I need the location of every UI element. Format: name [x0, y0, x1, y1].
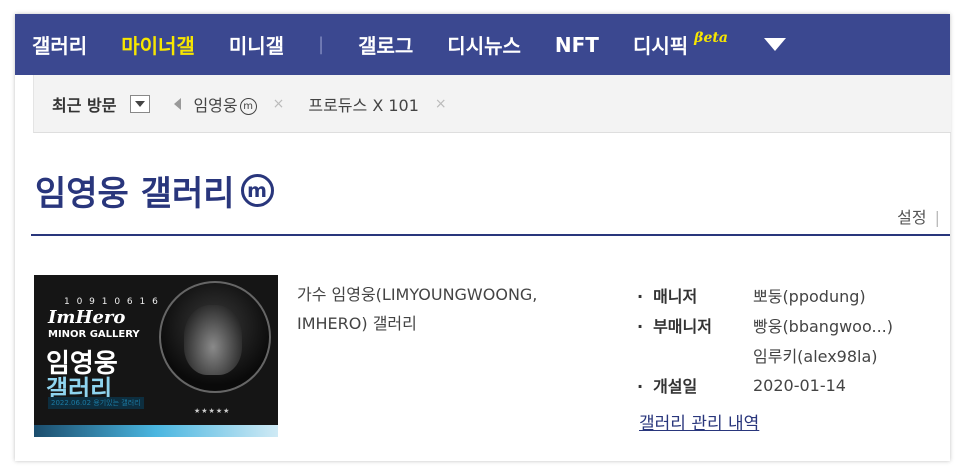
top-navigation: 갤러리 마이너갤 미니갤 | 갤로그 디시뉴스 NFT 디시픽 βeta	[15, 14, 950, 75]
submanager-value[interactable]: 빵웅(bbangwoo...)	[753, 313, 893, 337]
recent-item-1[interactable]: 임영웅 m	[193, 92, 257, 116]
info-row-manager: 매니저뽀둥(ppodung)	[637, 280, 893, 310]
recent-item-label: 프로듀스 X 101	[308, 95, 419, 115]
portrait-silhouette	[184, 305, 242, 375]
gallery-info: 매니저뽀둥(ppodung) 부매니저빵웅(bbangwoo...) 임루키(a…	[637, 280, 893, 400]
recent-item-label: 임영웅	[193, 95, 238, 115]
chevron-down-icon	[135, 100, 146, 107]
nav-minor-gallery[interactable]: 마이너갤	[121, 30, 195, 59]
settings-link[interactable]: 설정 |	[897, 204, 940, 228]
info-row-submanager-2: 임루키(alex98la)	[637, 340, 893, 370]
thumbnail-numbers: 1 0 9 1 0 6 1 6	[64, 297, 160, 307]
recent-visits-bar: 최근 방문 임영웅 m × 프로듀스 X 101 ×	[33, 75, 951, 133]
remove-recent-1-icon[interactable]: ×	[273, 96, 285, 112]
nav-dcpick[interactable]: 디시픽 βeta	[633, 30, 728, 59]
recent-item-2[interactable]: 프로듀스 X 101	[308, 92, 419, 116]
submanager-label: 부매니저	[637, 313, 753, 337]
created-label: 개설일	[637, 373, 753, 397]
remove-recent-2-icon[interactable]: ×	[435, 96, 447, 112]
thumbnail-stars: ★★★★★	[194, 407, 231, 415]
thumbnail-logo: ImHero	[48, 307, 126, 328]
minor-gallery-badge-icon: m	[240, 174, 274, 207]
chevron-left-icon[interactable]	[174, 97, 182, 110]
settings-label: 설정	[897, 208, 927, 227]
minor-gallery-badge-icon: m	[239, 97, 257, 115]
recent-toggle-button[interactable]	[130, 94, 151, 113]
nav-gallog[interactable]: 갤로그	[358, 30, 413, 59]
beta-label: βeta	[694, 30, 728, 46]
info-row-created: 개설일2020-01-14	[637, 370, 893, 400]
manager-value[interactable]: 뽀둥(ppodung)	[753, 283, 866, 307]
thumbnail-subtitle: MINOR GALLERY	[48, 329, 140, 340]
nav-nft[interactable]: NFT	[555, 33, 599, 57]
nav-dcnews[interactable]: 디시뉴스	[447, 30, 521, 59]
nav-divider: |	[318, 34, 325, 55]
page-frame: 갤러리 마이너갤 미니갤 | 갤로그 디시뉴스 NFT 디시픽 βeta 최근 방…	[15, 14, 951, 461]
thumbnail-date: 2022.06.02 용기있는 갤러리	[48, 397, 144, 409]
gallery-description: 가수 임영웅(LIMYOUNGWOONG, IMHERO) 갤러리	[297, 285, 538, 333]
nav-mini-gallery[interactable]: 미니갤	[229, 30, 284, 59]
manager-label: 매니저	[637, 283, 753, 307]
recent-visits-title: 최근 방문	[52, 95, 117, 115]
submanager-label-blank	[637, 346, 753, 365]
nav-gallery[interactable]: 갤러리	[32, 30, 87, 59]
gallery-title-text: 임영웅 갤러리	[35, 174, 235, 214]
created-value: 2020-01-14	[753, 375, 846, 395]
caret-down-icon[interactable]	[763, 38, 786, 51]
gallery-title[interactable]: 임영웅 갤러리 m	[35, 166, 274, 215]
gallery-thumbnail: 1 0 9 1 0 6 1 6 ImHero MINOR GALLERY 임영웅…	[34, 275, 278, 437]
submanager-value-2[interactable]: 임루키(alex98la)	[753, 343, 878, 367]
title-divider	[31, 234, 950, 236]
info-row-submanager: 부매니저빵웅(bbangwoo...)	[637, 310, 893, 340]
gallery-management-history-link[interactable]: 갤러리 관리 내역	[639, 409, 759, 434]
thumbnail-stripe	[34, 425, 278, 437]
nav-dcpick-label: 디시픽	[632, 34, 689, 58]
divider: |	[934, 208, 940, 227]
